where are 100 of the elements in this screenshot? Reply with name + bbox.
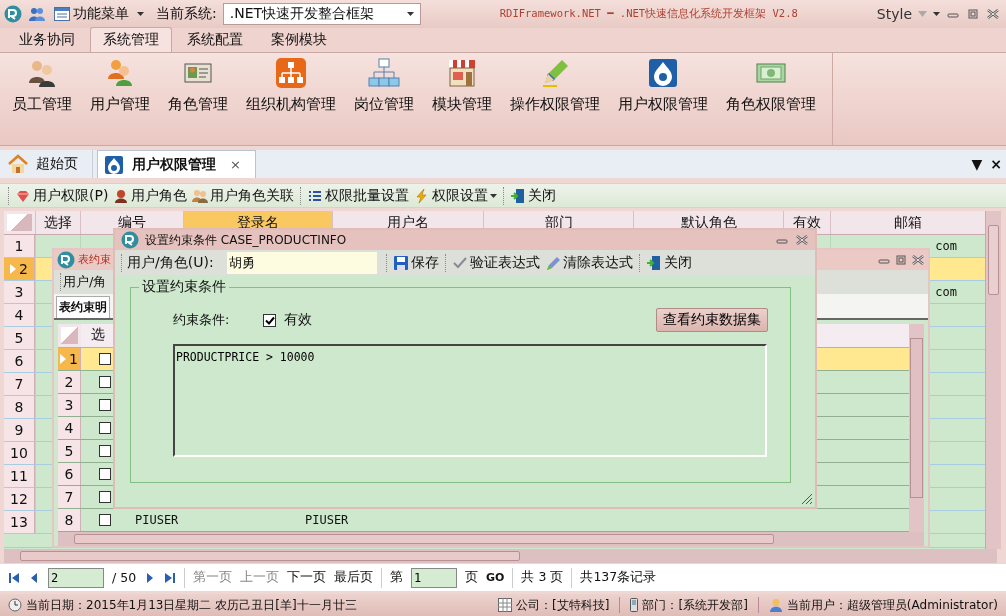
- ribbon-button[interactable]: 模块管理: [424, 57, 500, 145]
- checkbox[interactable]: [99, 444, 111, 457]
- tab-list-button[interactable]: ▼: [967, 156, 987, 172]
- toolbar-button[interactable]: 清除表达式: [543, 253, 634, 272]
- toolbar-button[interactable]: 权限设置: [413, 186, 499, 205]
- checkbox[interactable]: [99, 421, 111, 434]
- ribbon-button[interactable]: 岗位管理: [346, 57, 422, 145]
- page-link[interactable]: 下一页: [287, 569, 327, 586]
- row-header[interactable]: 6: [58, 462, 81, 485]
- ribbon-button[interactable]: 角色管理: [160, 57, 236, 145]
- spreadsheet-icon: [498, 598, 513, 612]
- toolbar-button[interactable]: 用户权限(P): [14, 186, 110, 205]
- system-dropdown[interactable]: .NET快速开发整合框架: [222, 3, 421, 25]
- checkbox[interactable]: [99, 398, 111, 411]
- view-dataset-button[interactable]: 查看约束数据集: [656, 308, 768, 332]
- dialog-title: 设置约束条件 CASE_PRODUCTINFO: [145, 231, 347, 249]
- expression-field[interactable]: PRODUCTPRICE > 10000: [173, 344, 767, 457]
- vertical-scrollbar[interactable]: [909, 323, 924, 532]
- horizontal-scrollbar[interactable]: [58, 532, 924, 546]
- document-tab[interactable]: 超始页: [2, 150, 93, 178]
- row-header[interactable]: 8: [58, 508, 81, 531]
- app-title: RDIFramework.NET ━ .NET快速信息化系统开发框架 V2.8: [498, 7, 799, 21]
- close-icon[interactable]: [911, 253, 925, 266]
- last-page-icon[interactable]: [164, 571, 177, 584]
- system-label: 当前系统:: [156, 5, 217, 23]
- column-header[interactable]: 选择: [35, 211, 80, 234]
- first-page-icon[interactable]: [8, 571, 20, 584]
- tab[interactable]: 表约束明: [56, 295, 110, 318]
- style-menu[interactable]: Style: [876, 6, 912, 22]
- toolbar-button[interactable]: 保存: [391, 253, 440, 272]
- ribbon-button[interactable]: 用户管理: [82, 57, 158, 145]
- ribbon-tab[interactable]: 业务协同: [6, 27, 88, 52]
- toolbar-button[interactable]: 用户角色关联: [191, 186, 296, 205]
- droplet-icon: [104, 154, 124, 175]
- go-button[interactable]: GO: [486, 571, 505, 584]
- ribbon-button[interactable]: 员工管理: [4, 57, 80, 145]
- page-field[interactable]: 2: [48, 567, 104, 588]
- checkbox[interactable]: [99, 513, 111, 526]
- row-header[interactable]: 7: [58, 485, 81, 508]
- user-icon: [768, 598, 783, 612]
- ribbon-tab[interactable]: 系统配置: [174, 27, 256, 52]
- ribbon-tab[interactable]: 系统管理: [90, 27, 172, 52]
- horizontal-scrollbar[interactable]: [4, 549, 997, 563]
- user-icon: [113, 187, 130, 204]
- logo-icon: [4, 5, 22, 23]
- page-link[interactable]: 最后页: [334, 569, 374, 586]
- table-cell: com: [935, 285, 957, 299]
- row-header[interactable]: 7: [4, 373, 35, 395]
- row-pointer-icon: [10, 264, 17, 274]
- restore-icon[interactable]: [966, 8, 980, 20]
- row-header[interactable]: 3: [4, 281, 35, 303]
- close-icon[interactable]: [986, 8, 1000, 20]
- row-header[interactable]: 2: [58, 370, 81, 393]
- caret-icon: [137, 12, 144, 16]
- row-header[interactable]: 4: [4, 304, 35, 326]
- row-header[interactable]: 5: [58, 439, 81, 462]
- ribbon-button[interactable]: 角色权限管理: [718, 57, 824, 145]
- row-header[interactable]: 4: [58, 416, 81, 439]
- record-count: 共137条记录: [580, 569, 657, 586]
- row-header[interactable]: 3: [58, 393, 81, 416]
- row-header[interactable]: 12: [4, 488, 35, 510]
- house-icon: [8, 154, 28, 174]
- row-header[interactable]: 2: [4, 258, 35, 280]
- row-header[interactable]: 5: [4, 327, 35, 349]
- clock-icon: [8, 598, 22, 612]
- row-header[interactable]: 1: [58, 347, 81, 370]
- goto-field[interactable]: 1: [411, 567, 458, 588]
- toolbar-button[interactable]: 权限批量设置: [306, 186, 411, 205]
- restore-icon[interactable]: [894, 253, 908, 266]
- menu-button[interactable]: 功能菜单: [52, 5, 131, 23]
- hierarchy-icon: [368, 57, 400, 89]
- users-icon[interactable]: [28, 6, 46, 22]
- row-header[interactable]: 11: [4, 465, 35, 487]
- ribbon-button[interactable]: 用户权限管理: [610, 57, 716, 145]
- window-title: 表约束: [78, 252, 111, 268]
- row-header[interactable]: 1: [4, 235, 35, 257]
- checkbox[interactable]: [99, 467, 111, 480]
- row-header[interactable]: 9: [4, 419, 35, 441]
- row-header[interactable]: 13: [4, 511, 35, 533]
- vertical-scrollbar[interactable]: [985, 211, 1001, 549]
- row-header[interactable]: 6: [4, 350, 35, 372]
- row-header[interactable]: 8: [4, 396, 35, 418]
- user-field[interactable]: 胡勇: [226, 251, 377, 274]
- checkbox[interactable]: [263, 313, 276, 327]
- ribbon-button[interactable]: 组织机构管理: [238, 57, 344, 145]
- toolbar-button[interactable]: 关闭: [644, 253, 693, 272]
- ribbon-tab[interactable]: 案例模块: [258, 27, 340, 52]
- checkbox[interactable]: [99, 490, 111, 503]
- checkbox[interactable]: [99, 375, 111, 388]
- row-header[interactable]: 10: [4, 442, 35, 464]
- checkbox[interactable]: [99, 352, 111, 365]
- toolbar-button[interactable]: 关闭: [509, 186, 558, 205]
- close-tab-button[interactable]: ×: [230, 157, 241, 172]
- close-icon[interactable]: [795, 234, 809, 247]
- close-button[interactable]: ×: [986, 156, 1006, 172]
- page-count: 共 3 页: [521, 569, 564, 586]
- ribbon-button[interactable]: 操作权限管理: [502, 57, 608, 145]
- toolbar-button[interactable]: 用户角色: [112, 186, 189, 205]
- document-tab[interactable]: 用户权限管理 ×: [97, 150, 256, 178]
- toolbar-button[interactable]: 验证表达式: [450, 253, 541, 272]
